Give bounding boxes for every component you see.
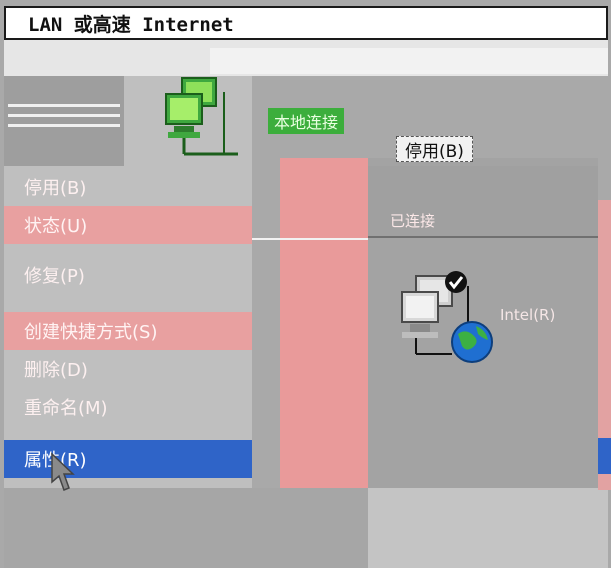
internet-connection-icon (396, 266, 496, 370)
mouse-cursor-icon (50, 452, 76, 496)
connection-status: 已连接 (390, 212, 436, 230)
menu-item-rename[interactable]: 重命名(M) (4, 388, 252, 426)
divider (368, 236, 598, 238)
connection-name-label[interactable]: 本地连接 (268, 108, 345, 134)
divider (250, 238, 368, 240)
left-panel-header (4, 76, 124, 166)
right-edge-selection (598, 438, 611, 474)
context-menu: 停用(B) 状态(U) 修复(P) 创建快捷方式(S) 删除(D) 重命名(M)… (4, 160, 252, 490)
menu-item-repair[interactable]: 修复(P) (4, 256, 252, 294)
adapter-name: Intel(R) (500, 306, 556, 324)
menu-item-delete[interactable]: 删除(D) (4, 350, 252, 388)
menu-item-create-shortcut[interactable]: 创建快捷方式(S) (4, 312, 252, 350)
window-title: LAN 或高速 Internet (4, 6, 608, 40)
menu-item-properties[interactable]: 属性(R) (4, 440, 252, 478)
menu-item-status[interactable]: 状态(U) (4, 206, 252, 244)
divider (8, 124, 120, 127)
top-band-inner (210, 48, 608, 74)
divider (8, 114, 120, 117)
disable-button[interactable]: 停用(B) (396, 136, 473, 162)
divider (8, 104, 120, 107)
menu-item-disable[interactable]: 停用(B) (4, 168, 252, 206)
bottom-area-left (4, 488, 368, 568)
network-connection-icon[interactable] (160, 72, 244, 160)
pink-column (280, 158, 368, 488)
